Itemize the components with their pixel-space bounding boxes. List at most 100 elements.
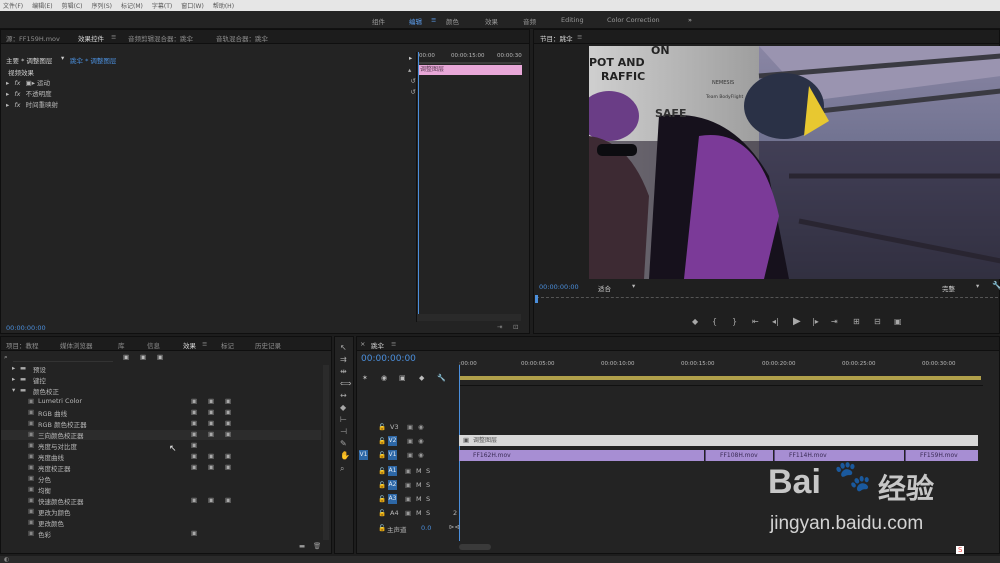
menu-file[interactable]: 文件(F): [3, 1, 23, 10]
expand-arrow-icon[interactable]: ▾: [12, 386, 15, 394]
solo-button[interactable]: S: [426, 509, 430, 517]
rate-stretch-tool-icon[interactable]: ↔: [340, 391, 347, 400]
fx-icon[interactable]: fx: [14, 101, 20, 109]
effects-tree-item[interactable]: ▣ 亮度曲线 ▣ ▣ ▣: [1, 452, 321, 462]
mini-playhead[interactable]: [418, 52, 419, 314]
expand-arrow-icon[interactable]: ▸: [6, 90, 9, 98]
fx-icon[interactable]: fx: [14, 90, 20, 98]
add-marker-icon[interactable]: ◆: [692, 317, 698, 326]
mute-button[interactable]: M: [416, 481, 422, 489]
fit-dropdown[interactable]: 适合: [598, 283, 611, 293]
effect-row-opacity[interactable]: ▸ fx 不透明度 ↺: [6, 88, 416, 98]
menu-edit[interactable]: 编辑(E): [32, 1, 52, 10]
program-timecode[interactable]: 00:00:00:00: [539, 283, 579, 291]
mute-button[interactable]: M: [416, 467, 422, 475]
tab-markers[interactable]: 标记: [221, 340, 234, 350]
play-icon[interactable]: ▶: [793, 316, 801, 327]
master-clip-label[interactable]: 主要 * 调整图层: [6, 55, 52, 65]
workspace-color-correction[interactable]: Color Correction: [607, 16, 660, 24]
effects-tree-item[interactable]: ▣ 亮度与对比度 ▣: [1, 441, 321, 451]
expand-arrow-icon[interactable]: ▸: [6, 79, 9, 87]
32bit-effects-icon[interactable]: ▣: [140, 353, 146, 361]
effect-mini-timeline[interactable]: 00:00 00:00:15:00 00:00:30 调整图层: [416, 52, 523, 322]
sync-icon[interactable]: ▣: [405, 495, 411, 503]
sync-icon[interactable]: ▣: [405, 467, 411, 475]
wrench-icon[interactable]: 🔧: [437, 374, 446, 382]
slip-tool-icon[interactable]: ⊢: [340, 415, 347, 424]
linked-selection-icon[interactable]: ◉: [381, 374, 387, 382]
nest-icon[interactable]: ▣: [399, 374, 406, 382]
program-playhead[interactable]: [535, 295, 538, 303]
mute-button[interactable]: M: [416, 509, 422, 517]
razor-tool-icon[interactable]: ◆: [340, 403, 346, 412]
extract-icon[interactable]: ⊟: [874, 317, 881, 326]
new-bin-icon[interactable]: ▬: [299, 542, 305, 550]
timeline-ruler[interactable]: :00:00 00:00:05:00 00:00:10:00 00:00:15:…: [459, 353, 983, 386]
program-scrubber[interactable]: [536, 297, 998, 307]
selection-tool-icon[interactable]: ↖: [340, 343, 347, 352]
menu-marker[interactable]: 标记(M): [121, 1, 143, 10]
solo-button[interactable]: S: [426, 481, 430, 489]
timeline-title[interactable]: 跳伞: [371, 340, 384, 350]
tab-history[interactable]: 历史记录: [255, 340, 281, 350]
effects-tree-item[interactable]: ▣ 更改颜色: [1, 518, 321, 528]
tab-audio-track-mixer[interactable]: 音轨混合器：跳伞: [216, 33, 268, 43]
source-patch-v1[interactable]: V1: [359, 450, 368, 460]
sync-icon[interactable]: ▣: [405, 509, 411, 517]
effects-tree-item[interactable]: ▸ ▬ 键控: [1, 375, 321, 385]
lift-icon[interactable]: ⊞: [853, 317, 860, 326]
more-workspaces-icon[interactable]: »: [688, 16, 692, 24]
eye-icon[interactable]: ◉: [418, 437, 424, 445]
menu-clip[interactable]: 剪辑(C): [62, 1, 83, 10]
effects-tree-item[interactable]: ▣ 三向颜色校正器 ▣ ▣ ▣: [1, 430, 321, 440]
expand-arrow-icon[interactable]: ▸: [6, 101, 9, 109]
snap-icon[interactable]: ✶: [362, 374, 368, 382]
workspace-assembly[interactable]: 组件: [372, 16, 385, 26]
ripple-edit-tool-icon[interactable]: ⇹: [340, 367, 347, 376]
menu-sequence[interactable]: 序列(S): [92, 1, 113, 10]
effect-row-motion[interactable]: ▸ fx ▣▸ 运动 ↺: [6, 77, 416, 87]
effects-tree-item[interactable]: ▾ ▬ 颜色校正: [1, 386, 321, 396]
sync-icon[interactable]: ▣: [407, 451, 413, 459]
lock-icon[interactable]: 🔓: [378, 509, 386, 517]
effects-tree-item[interactable]: ▣ 分色: [1, 474, 321, 484]
effects-tree-item[interactable]: ▣ RGB 颜色校正器 ▣ ▣ ▣: [1, 419, 321, 429]
eye-icon[interactable]: ◉: [418, 423, 424, 431]
slide-tool-icon[interactable]: ⊣: [340, 427, 347, 436]
quality-dropdown[interactable]: 完整: [942, 283, 955, 293]
solo-button[interactable]: S: [426, 467, 430, 475]
track-target-a2[interactable]: A2: [388, 480, 397, 490]
expand-arrow-icon[interactable]: ▸: [12, 375, 15, 383]
chevron-down-icon[interactable]: ▾: [976, 282, 979, 290]
lock-icon[interactable]: 🔓: [378, 481, 386, 489]
work-area-bar[interactable]: [459, 376, 981, 380]
menu-title[interactable]: 字幕(T): [152, 1, 172, 10]
effects-tree-item[interactable]: ▣ 更改为颜色: [1, 507, 321, 517]
track-label[interactable]: V3: [390, 423, 399, 431]
hand-tool-icon[interactable]: ✋: [340, 451, 350, 460]
add-marker-icon[interactable]: ◆: [419, 374, 424, 382]
tab-menu-icon[interactable]: ≡: [577, 33, 582, 41]
track-target-v1[interactable]: V1: [388, 450, 397, 460]
scroll-up-icon[interactable]: ▴: [408, 66, 411, 74]
effects-tree-item[interactable]: ▣ 快速颜色校正器 ▣ ▣ ▣: [1, 496, 321, 506]
yuv-effects-icon[interactable]: ▣: [157, 353, 163, 361]
filter-icon[interactable]: ⊡: [513, 323, 518, 331]
timeline-scrollbar[interactable]: [459, 544, 491, 550]
clip-v1[interactable]: FF108H.mov: [705, 450, 773, 461]
track-select-tool-icon[interactable]: ⇉: [340, 355, 347, 364]
master-volume-value[interactable]: 0.0: [421, 524, 431, 532]
effects-tree-item[interactable]: ▸ ▬ 预设: [1, 364, 321, 374]
search-icon[interactable]: ⌕: [4, 353, 8, 362]
effects-tree-item[interactable]: ▣ 色彩 ▣: [1, 529, 321, 539]
pen-tool-icon[interactable]: ✎: [340, 439, 347, 448]
close-icon[interactable]: ×: [360, 340, 365, 348]
tab-libraries[interactable]: 库: [118, 340, 125, 350]
go-to-end-icon[interactable]: ⊳⊲: [449, 523, 460, 531]
menu-window[interactable]: 窗口(W): [181, 1, 204, 10]
workspace-editing[interactable]: 编辑: [409, 16, 422, 26]
go-to-out-icon[interactable]: ⇥: [831, 317, 838, 326]
lock-icon[interactable]: 🔓: [378, 451, 386, 459]
mark-out-icon[interactable]: }: [732, 317, 737, 326]
mini-scrollbar[interactable]: [417, 314, 521, 321]
